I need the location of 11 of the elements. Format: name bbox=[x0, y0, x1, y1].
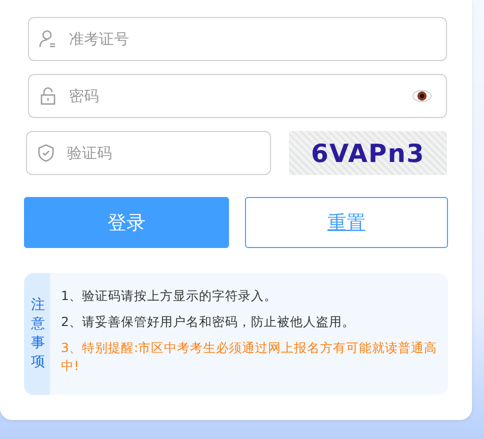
login-button[interactable]: 登录 bbox=[24, 197, 228, 248]
captcha-image[interactable]: 6VAPn3 bbox=[289, 131, 447, 175]
notice-item: 2、请妥善保管好用户名和密码，防止被他人盗用。 bbox=[61, 313, 356, 332]
notice-title: 注意事项 bbox=[24, 273, 50, 395]
reset-button[interactable]: 重置 bbox=[244, 197, 448, 248]
input-field[interactable]: 准考证号 bbox=[28, 17, 447, 61]
notice-item: 1、验证码请按上方显示的字符录入。 bbox=[61, 287, 278, 305]
eye-icon[interactable] bbox=[411, 88, 433, 104]
input-field[interactable]: 验证码 bbox=[26, 131, 271, 175]
notice-item: 3、特别提醒:市区中考考生必须通过网上报名方有可能就读普通高中! bbox=[61, 339, 438, 376]
input-field[interactable]: 密码 bbox=[28, 74, 447, 118]
